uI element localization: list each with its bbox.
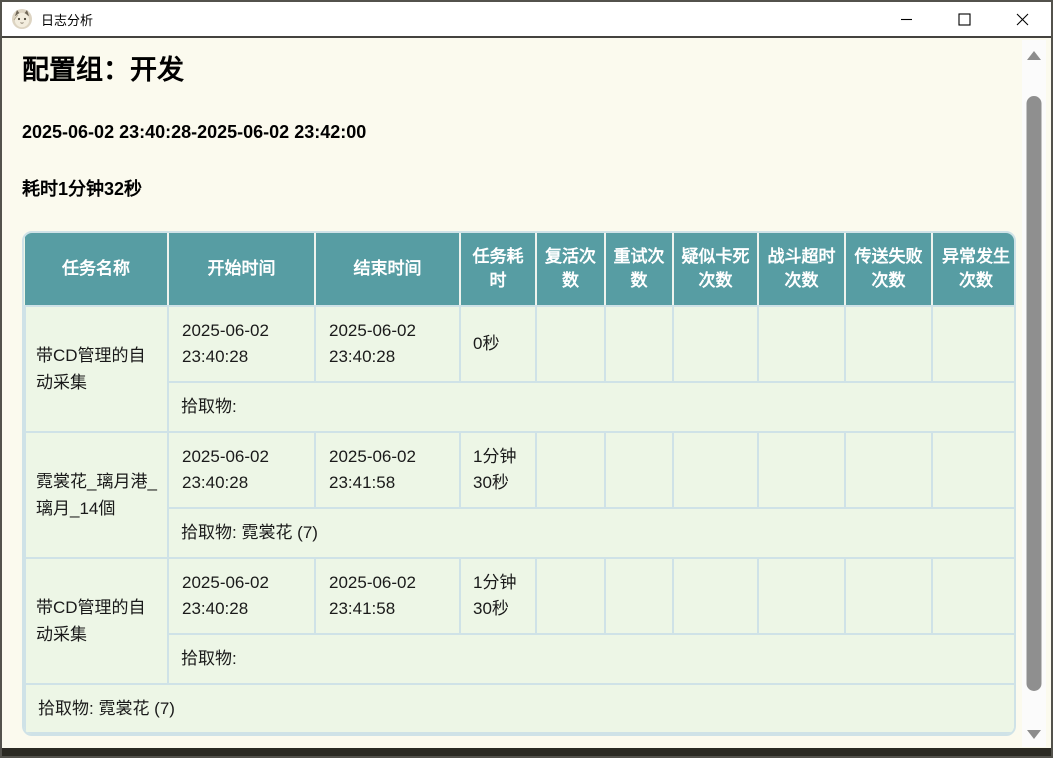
pickup-row: 拾取物: <box>25 634 1016 684</box>
window-controls <box>877 2 1051 36</box>
window-title: 日志分析 <box>41 10 93 29</box>
revive-count-cell <box>536 558 605 634</box>
duration-cell: 1分钟30秒 <box>460 432 536 508</box>
retry-count-cell <box>605 306 673 382</box>
col-header-battle-timeout-count: 战斗超时次数 <box>758 233 845 306</box>
col-header-retry-count: 重试次数 <box>605 233 673 306</box>
revive-count-cell <box>536 306 605 382</box>
retry-count-cell <box>605 558 673 634</box>
pickup-row: 拾取物: <box>25 382 1016 432</box>
end-time-cell: 2025-06-02 23:41:58 <box>315 432 460 508</box>
cat-avatar-icon <box>11 8 33 30</box>
teleport-fail-count-cell <box>845 558 932 634</box>
duration-cell: 0秒 <box>460 306 536 382</box>
pickup-cell: 拾取物: 霓裳花 (7) <box>168 508 1016 558</box>
app-window: 日志分析 配置组：开发 2025-06-02 23:40:28-2025-06-… <box>0 0 1053 758</box>
task-table-grid: 任务名称 开始时间 结束时间 任务耗时 复活次数 重试次数 疑似卡死次数 战斗超… <box>24 233 1016 734</box>
col-header-exception-count: 异常发生次数 <box>932 233 1016 306</box>
col-header-stuck-count: 疑似卡死次数 <box>673 233 758 306</box>
task-name-cell: 带CD管理的自动采集 <box>25 558 168 684</box>
minimize-icon[interactable] <box>877 2 935 36</box>
close-icon[interactable] <box>993 2 1051 36</box>
exception-count-cell <box>932 558 1016 634</box>
end-time-cell: 2025-06-02 23:41:58 <box>315 558 460 634</box>
col-header-duration: 任务耗时 <box>460 233 536 306</box>
config-group-title: 配置组：开发 <box>22 54 1031 86</box>
time-range: 2025-06-02 23:40:28-2025-06-02 23:42:00 <box>22 121 1031 143</box>
total-pickup-cell: 拾取物: 霓裳花 (7) <box>25 684 1016 733</box>
end-time-cell: 2025-06-02 23:40:28 <box>315 306 460 382</box>
pickup-cell: 拾取物: <box>168 382 1016 432</box>
task-name-cell: 带CD管理的自动采集 <box>25 306 168 432</box>
table-row: 带CD管理的自动采集 2025-06-02 23:40:28 2025-06-0… <box>25 558 1016 634</box>
revive-count-cell <box>536 432 605 508</box>
battle-timeout-count-cell <box>758 432 845 508</box>
elapsed-time: 耗时1分钟32秒 <box>22 178 1031 200</box>
start-time-cell: 2025-06-02 23:40:28 <box>168 306 315 382</box>
col-header-task-name: 任务名称 <box>25 233 168 306</box>
table-row: 带CD管理的自动采集 2025-06-02 23:40:28 2025-06-0… <box>25 306 1016 382</box>
maximize-icon[interactable] <box>935 2 993 36</box>
start-time-cell: 2025-06-02 23:40:28 <box>168 432 315 508</box>
duration-cell: 1分钟30秒 <box>460 558 536 634</box>
col-header-revive-count: 复活次数 <box>536 233 605 306</box>
summary-row: 拾取物: 霓裳花 (7) <box>25 684 1016 733</box>
battle-timeout-count-cell <box>758 558 845 634</box>
stuck-count-cell <box>673 558 758 634</box>
exception-count-cell <box>932 306 1016 382</box>
start-time-cell: 2025-06-02 23:40:28 <box>168 558 315 634</box>
window-bottom-edge <box>2 748 1051 756</box>
scrollbar-thumb[interactable] <box>1027 96 1042 691</box>
col-header-end-time: 结束时间 <box>315 233 460 306</box>
vertical-scrollbar[interactable] <box>1022 40 1046 747</box>
exception-count-cell <box>932 432 1016 508</box>
col-header-start-time: 开始时间 <box>168 233 315 306</box>
scroll-down-icon[interactable] <box>1027 730 1041 739</box>
teleport-fail-count-cell <box>845 432 932 508</box>
scroll-up-icon[interactable] <box>1027 51 1041 60</box>
stuck-count-cell <box>673 306 758 382</box>
battle-timeout-count-cell <box>758 306 845 382</box>
task-table: 任务名称 开始时间 结束时间 任务耗时 复活次数 重试次数 疑似卡死次数 战斗超… <box>22 231 1016 736</box>
pickup-cell: 拾取物: <box>168 634 1016 684</box>
stuck-count-cell <box>673 432 758 508</box>
teleport-fail-count-cell <box>845 306 932 382</box>
task-name-cell: 霓裳花_璃月港_璃月_14個 <box>25 432 168 558</box>
retry-count-cell <box>605 432 673 508</box>
log-report: 配置组：开发 2025-06-02 23:40:28-2025-06-02 23… <box>2 38 1051 750</box>
col-header-teleport-fail-count: 传送失败次数 <box>845 233 932 306</box>
table-row: 霓裳花_璃月港_璃月_14個 2025-06-02 23:40:28 2025-… <box>25 432 1016 508</box>
pickup-row: 拾取物: 霓裳花 (7) <box>25 508 1016 558</box>
table-header-row: 任务名称 开始时间 结束时间 任务耗时 复活次数 重试次数 疑似卡死次数 战斗超… <box>25 233 1016 306</box>
title-bar[interactable]: 日志分析 <box>2 2 1051 38</box>
